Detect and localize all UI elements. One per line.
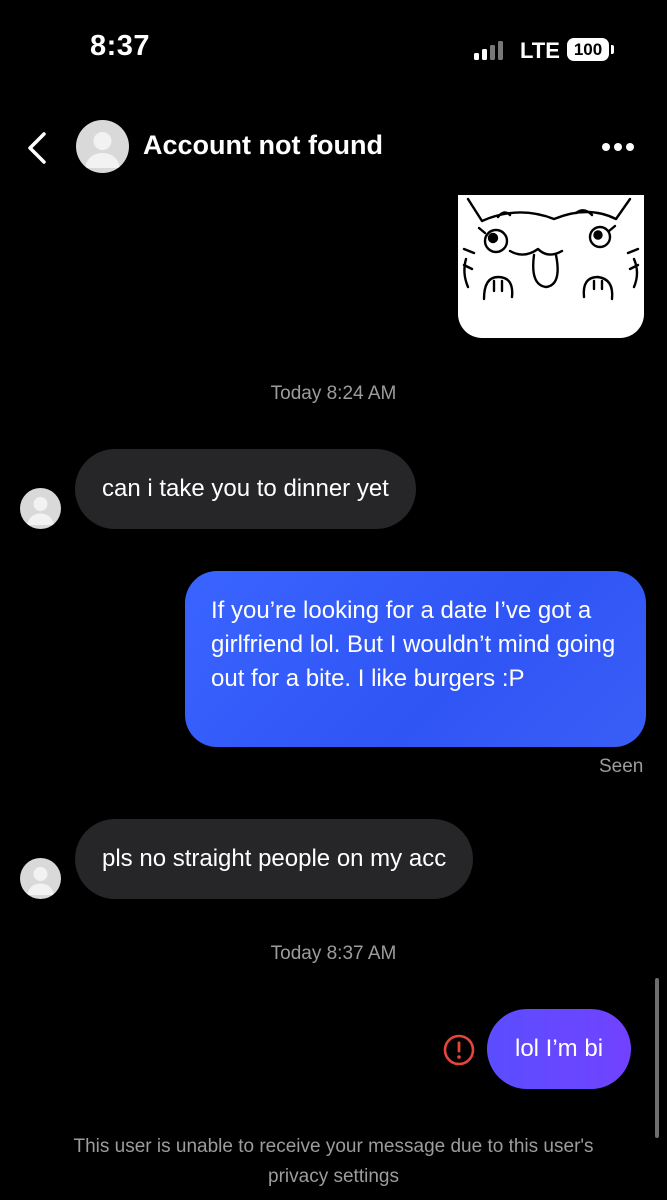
signal-icon [474,40,508,60]
scrollbar[interactable] [655,978,659,1138]
message-timestamp: Today 8:37 AM [270,943,397,964]
more-dot [602,143,610,151]
default-user-icon [85,132,120,168]
more-dot [626,143,634,151]
cat-sticker[interactable] [458,195,644,338]
back-button[interactable] [22,128,54,168]
error-icon[interactable] [443,1034,475,1066]
message-text: pls no straight people on my acc [102,845,447,872]
more-options-button[interactable] [600,143,636,153]
sender-avatar[interactable] [20,488,61,529]
outgoing-message-bubble[interactable]: If you’re looking for a date I’ve got a … [185,571,646,747]
privacy-notice: This user is unable to receive your mess… [73,1136,594,1187]
default-user-icon [27,867,54,895]
more-dot [614,143,622,151]
chevron-left-icon [28,132,46,164]
message-text: lol I’m bi [515,1035,604,1062]
sender-avatar[interactable] [20,858,61,899]
status-time: 8:37 [90,30,151,62]
cat-sticker-drawing [462,197,640,301]
incoming-message-bubble[interactable]: pls no straight people on my acc [75,819,474,899]
exclamation-circle-icon [443,1034,475,1066]
outgoing-message-bubble[interactable]: lol I’m bi [487,1009,632,1089]
seen-status: Seen [599,756,644,777]
contact-avatar[interactable] [76,120,129,173]
battery-indicator: 100 [567,38,609,61]
message-text: If you’re looking for a date I’ve got a … [211,597,616,692]
conversation-title[interactable]: Account not found [143,130,383,161]
network-label: LTE [520,38,560,63]
default-user-icon [27,497,54,525]
message-text: can i take you to dinner yet [102,475,389,502]
message-timestamp: Today 8:24 AM [270,383,397,404]
incoming-message-bubble[interactable]: can i take you to dinner yet [75,449,416,529]
battery-tip [611,45,614,54]
